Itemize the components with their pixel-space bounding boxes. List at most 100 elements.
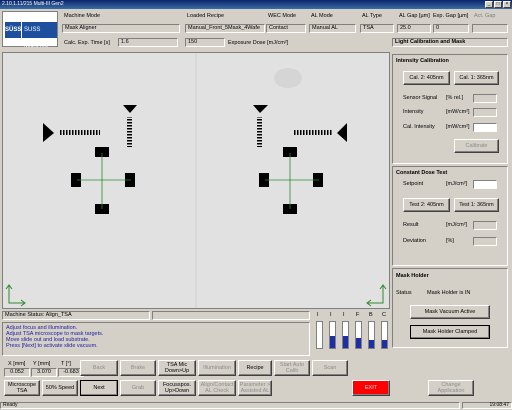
mask-vacuum-button[interactable]: Mask Vacuum Active (410, 305, 490, 319)
cal2-405-button[interactable]: Cal. 2: 405nm (403, 71, 450, 85)
message-box: Adjust focus and illumination. Adjust TS… (2, 322, 310, 356)
gauge-label: F (356, 312, 360, 318)
y-label: Y [mm] (33, 361, 51, 367)
mask-holder-panel: Mask Holder Status Mask Holder is IN Mas… (392, 268, 508, 348)
cal-intensity-label: Cal. Intensity (403, 124, 435, 130)
gauge-panel: I I I F B C (314, 311, 390, 355)
gauge-label: I (317, 312, 319, 318)
microscope-view (2, 52, 390, 309)
focus-position-button[interactable]: Focusspos. Up>Down (158, 380, 196, 396)
gauge-fill (343, 336, 348, 348)
deviation-unit: [%] (446, 238, 454, 244)
t-label: T [°] (61, 361, 72, 367)
intensity-field (473, 108, 497, 117)
minimize-icon[interactable]: _ (485, 1, 493, 8)
mask-holder-title: Mask Holder (396, 273, 429, 279)
cal-intensity-unit: [mW/cm²] (446, 124, 470, 130)
deviation-label: Deviation (403, 238, 426, 244)
maximize-icon[interactable]: □ (494, 1, 502, 8)
start-auto-calib-button[interactable]: Start Auto Calib (274, 360, 310, 376)
illumination-button[interactable]: Illumination (198, 360, 236, 376)
gauge-fill (369, 340, 374, 348)
result-label: Result (403, 222, 419, 228)
parameter-button[interactable]: Parameter > Assisted AL (238, 380, 272, 396)
machine-status-extra (152, 311, 310, 320)
gauge (329, 321, 336, 349)
x-value: 0.052 (4, 368, 30, 377)
al-gap-field: 25.0 (397, 24, 431, 33)
window-title: 2.10.1.11/215 Multi-III Gen2 (2, 1, 64, 7)
intensity-calibration-panel: Intensity Calibration Cal. 2: 405nm Cal.… (392, 54, 508, 164)
act-gap-field (472, 24, 508, 33)
gauge (355, 321, 362, 349)
intensity-title: Intensity Calibration (396, 58, 449, 64)
result-unit: [mJ/cm²] (446, 222, 468, 228)
x-label: X [mm] (8, 361, 26, 367)
cal-intensity-input[interactable] (473, 123, 497, 132)
deviation-field (473, 237, 497, 246)
sensor-signal-unit: [% rel.] (446, 95, 464, 101)
result-field (473, 221, 497, 230)
microscope-tsa-button[interactable]: Microscope TSA (4, 380, 40, 396)
mask-status-label: Status (396, 290, 412, 296)
intensity-label: Intensity (403, 109, 424, 115)
gauge-fill (382, 340, 387, 348)
tsa-mic-button[interactable]: TSA Mic Down>Up (158, 360, 196, 376)
gauge-label: B (369, 312, 373, 318)
setpoint-input[interactable] (473, 180, 497, 189)
calc-exp-time-label: Calc. Exp. Time [s] (64, 40, 110, 46)
sensor-signal-field (473, 94, 497, 103)
act-gap-label: Act. Gap (474, 13, 496, 19)
scan-button[interactable]: Scan (312, 360, 348, 376)
next-button[interactable]: Next (80, 380, 118, 396)
gauge-label: I (343, 312, 345, 318)
speed-button[interactable]: 50% Speed (42, 380, 78, 396)
gauge (316, 321, 323, 349)
constant-dose-panel: Constant Dose Test Setpoint [mJ/cm²] Tes… (392, 166, 508, 266)
mask-holder-clamped-button[interactable]: Mask Holder Clamped (410, 325, 490, 339)
gauge-fill (330, 336, 335, 348)
mask-status-value: Mask Holder is IN (427, 290, 471, 296)
loaded-recipe-field: Manual_Front_5Mask_4Wafe (185, 24, 265, 33)
cal1-365-button[interactable]: Cal. 1: 365nm (454, 71, 499, 85)
gauge-label: I (330, 312, 332, 318)
dose-test-title: Constant Dose Test (396, 170, 448, 176)
window-titlebar: 2.10.1.11/215 Multi-III Gen2 _ □ × (0, 0, 512, 9)
right-target (253, 105, 347, 214)
logo-mark: SÜSS (5, 22, 21, 38)
alignment-targets (5, 53, 387, 308)
gauge (368, 321, 375, 349)
tab-light-calibration[interactable]: Light Calibration and Mask (392, 38, 508, 47)
al-type-label: AL Type (362, 13, 382, 19)
loaded-recipe-label: Loaded Recipe (187, 13, 225, 19)
test2-405-button[interactable]: Test 2: 405nm (403, 198, 450, 212)
machine-status-field: Machine Status: Align_TSA (2, 311, 150, 320)
statusbar-time: 19:08:47 (462, 402, 512, 409)
gauge (381, 321, 388, 349)
sensor-signal-label: Sensor Signal (403, 95, 438, 101)
wec-mode-label: WEC Mode (268, 13, 297, 19)
gauge (342, 321, 349, 349)
y-value: 3.070 (31, 368, 57, 377)
calibrate-button[interactable]: Calibrate (454, 139, 499, 153)
setpoint-label: Setpoint (403, 181, 424, 187)
exp-gap-field: 0 (433, 24, 469, 33)
calc-exp-time-field: 1.6 (118, 38, 178, 47)
wec-mode-field: Contact (266, 24, 306, 33)
close-icon[interactable]: × (503, 1, 511, 8)
statusbar-left: Ready (0, 402, 460, 409)
suss-logo: SÜSS SUSS MicroTec (2, 11, 58, 49)
exit-button[interactable]: EXIT (352, 380, 390, 396)
align-contact-button[interactable]: Align/Contact AL Check (198, 380, 236, 396)
brake-button[interactable]: Brake (120, 360, 156, 376)
gauge-label: C (382, 312, 386, 318)
machine-mode-field: Mask Aligner (62, 24, 180, 33)
change-application-button[interactable]: Change Application (428, 380, 474, 396)
test1-365-button[interactable]: Test 1: 365nm (454, 198, 499, 212)
grab-button[interactable]: Grab (120, 380, 156, 396)
recipe-button[interactable]: Recipe (238, 360, 272, 376)
message-line: Press [Next] to activate slide vacuum. (6, 343, 98, 349)
al-gap-label: AL Gap [µm] (399, 13, 430, 19)
al-mode-field: Manual AL (309, 24, 356, 33)
back-button[interactable]: Back (80, 360, 118, 376)
